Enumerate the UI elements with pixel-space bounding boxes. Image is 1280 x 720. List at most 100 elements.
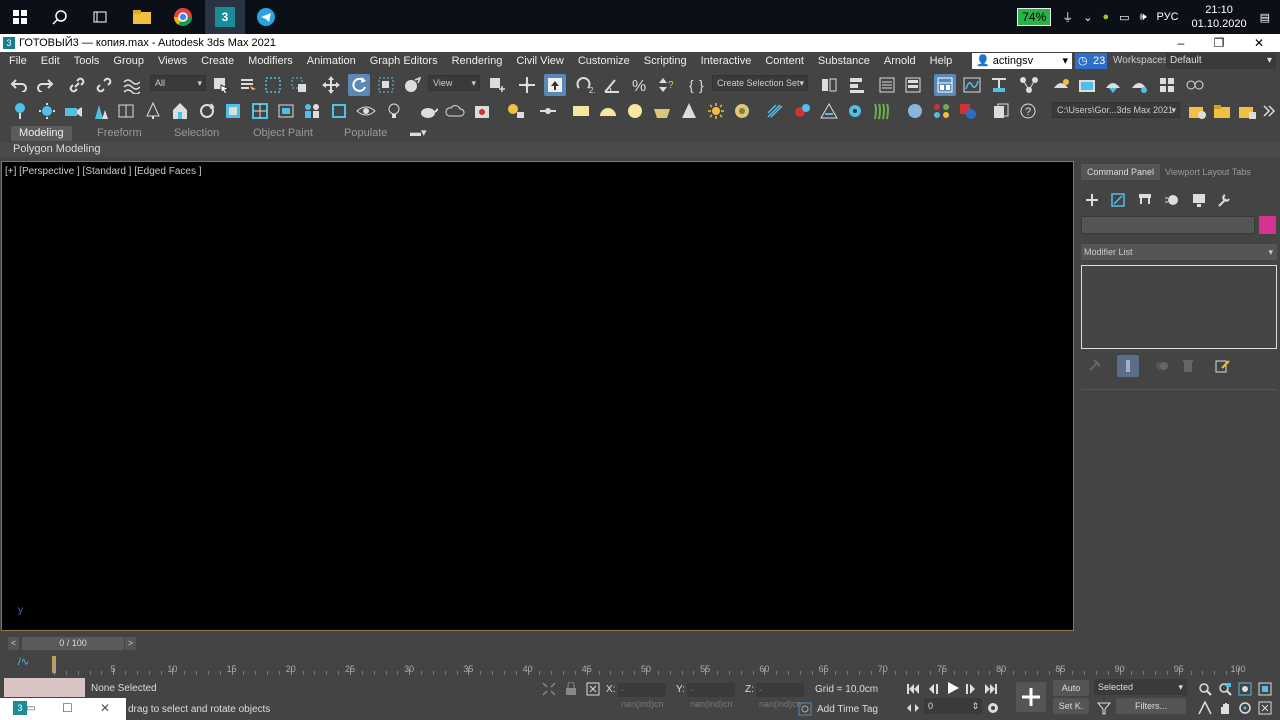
help-icon[interactable]: ? [1017,100,1039,122]
chrome-icon[interactable] [163,0,203,34]
render-setup-icon[interactable] [1050,74,1072,96]
gear-icon[interactable] [844,100,866,122]
light-tools-icon[interactable] [537,100,559,122]
maximize-viewport-icon[interactable] [1256,697,1274,719]
select-object-icon[interactable] [210,74,232,96]
multi-material-icon[interactable] [931,100,953,122]
book-icon[interactable] [115,100,137,122]
select-and-move-icon[interactable] [320,74,342,96]
next-frame-icon[interactable]: > [125,637,136,650]
dome-light-icon[interactable] [597,100,619,122]
menu-views[interactable]: Views [151,55,194,67]
tab-populate[interactable]: Populate [344,126,387,141]
light-bulb-icon[interactable] [383,100,405,122]
polygon-modeling-label[interactable]: Polygon Modeling [13,143,100,155]
language-indicator[interactable]: РУС [1157,11,1179,23]
show-end-result-icon[interactable] [1117,355,1139,377]
spinner-snap-icon[interactable]: ? [654,74,676,96]
key-filter-dropdown[interactable]: Selected ▾ [1094,679,1187,695]
tab-freeform[interactable]: Freeform [97,126,142,141]
menu-content[interactable]: Content [758,55,811,67]
set-key-button[interactable]: Set K. [1053,698,1089,714]
select-and-place-icon[interactable] [401,74,423,96]
select-and-rotate-icon[interactable] [348,74,370,96]
unlink-icon[interactable] [93,74,115,96]
snaps-toggle-icon[interactable]: 2.5 [575,74,597,96]
set-project-folder-icon[interactable] [1186,100,1208,122]
window-crossing-icon[interactable] [288,74,310,96]
curve-editor-icon[interactable] [961,74,983,96]
pin-icon[interactable] [9,100,31,122]
selection-filter-dropdown[interactable]: All ▾ [150,75,206,91]
menu-help[interactable]: Help [923,55,960,67]
motion-tab-icon[interactable] [1161,189,1183,211]
rendered-frame-window-icon[interactable] [1076,74,1098,96]
tree-icon[interactable] [142,100,164,122]
orbit-icon[interactable] [1236,697,1254,719]
close-preview-icon[interactable]: ✕ [100,701,110,715]
perspective-viewport[interactable]: [+] [Perspective ] [Standard ] [Edged Fa… [1,161,1074,631]
task-view-icon[interactable] [80,0,120,34]
tab-modeling[interactable]: Modeling [11,126,72,141]
file-explorer-icon[interactable] [122,0,162,34]
reference-coord-dropdown[interactable]: View ▾ [428,75,480,91]
menu-group[interactable]: Group [106,55,151,67]
x-coord-field[interactable]: -nan(ind)cn [618,683,666,709]
select-manipulate-icon[interactable] [516,74,538,96]
keyboard-shortcut-override-icon[interactable] [544,74,566,96]
track-bar[interactable]: /∿ 5 10 15 20 25 30 35 40 45 50 55 60 65 70 75 80 85 90 95… [0,653,1280,675]
pan-view-icon[interactable] [1216,697,1234,719]
light-lister-icon[interactable] [504,100,526,122]
teapot-icon[interactable] [417,100,439,122]
set-key-big-icon[interactable] [1016,682,1046,712]
ribbon-options-icon[interactable]: ▬▾ [410,126,427,141]
toggle-ribbon-icon[interactable] [934,74,956,96]
texture-icon[interactable] [222,100,244,122]
add-time-tag[interactable]: Add Time Tag [817,704,878,715]
toggle-scene-explorer-icon[interactable] [876,74,898,96]
viewport-label[interactable]: [+] [Perspective ] [Standard ] [Edged Fa… [5,166,202,177]
material-ball-icon[interactable] [904,100,926,122]
menu-tools[interactable]: Tools [67,55,107,67]
key-filters-icon[interactable] [1094,697,1114,719]
asset-library-icon[interactable] [990,100,1012,122]
network-icon[interactable]: ▭ [1119,11,1129,24]
menu-edit[interactable]: Edit [34,55,67,67]
menu-file[interactable]: File [2,55,34,67]
undo-icon[interactable] [8,74,30,96]
search-icon[interactable] [40,0,80,34]
utilities-tab-icon[interactable] [1213,189,1235,211]
cycle-icon[interactable] [196,100,218,122]
lock-selection-icon[interactable] [562,678,580,700]
notifications-badge[interactable]: ◷ 23 [1075,53,1107,69]
restore-preview-icon[interactable]: ☐ [62,701,73,715]
bind-space-warp-icon[interactable] [120,74,142,96]
frame-icon[interactable] [275,100,297,122]
grid-plane-icon[interactable] [249,100,271,122]
redo-icon[interactable] [34,74,56,96]
tab-command-panel[interactable]: Command Panel [1081,164,1161,180]
box-icon[interactable] [328,100,350,122]
previous-frame-icon[interactable] [924,678,942,700]
material-slot-icon[interactable] [957,100,979,122]
tab-selection[interactable]: Selection [174,126,219,141]
people-icon[interactable] [301,100,323,122]
time-slider-thumb[interactable]: 0 / 100 [22,637,124,650]
chevron-right-icon[interactable] [1258,100,1280,122]
sunlight-icon[interactable] [36,100,58,122]
select-and-scale-icon[interactable] [375,74,397,96]
select-by-name-icon[interactable] [237,74,259,96]
rectangular-selection-icon[interactable] [262,74,284,96]
y-coord-field[interactable]: -nan(ind)cn [687,683,735,709]
particle-view-icon[interactable] [1184,74,1206,96]
app-tray-icon[interactable]: ● [1103,11,1110,23]
toggle-layer-explorer-icon[interactable] [902,74,924,96]
align-icon[interactable] [846,74,868,96]
mirror-icon[interactable] [818,74,840,96]
menu-substance[interactable]: Substance [811,55,877,67]
time-configuration-icon[interactable] [984,697,1002,719]
use-pivot-center-icon[interactable] [486,74,508,96]
render-in-cloud-icon[interactable] [1128,74,1150,96]
next-frame-button-icon[interactable] [962,678,980,700]
configure-modifier-sets-icon[interactable] [1211,355,1233,377]
